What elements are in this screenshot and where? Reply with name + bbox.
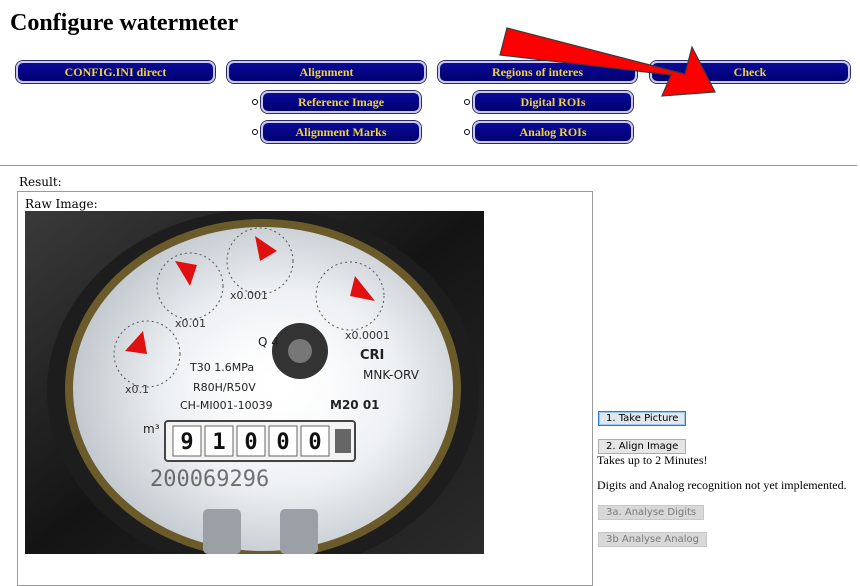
analyse-digits-button[interactable]: 3a. Analyse Digits [598,505,705,520]
align-image-button[interactable]: 2. Align Image [598,439,687,454]
red-arrow-icon [499,27,716,97]
dial-label: x0.001 [230,289,268,302]
list-bullet-icon [252,99,258,105]
counter-digit: 1 [212,430,225,455]
meter-serial-code-text: CH-MI001-10039 [180,399,273,412]
raw-image-label: Raw Image: [25,197,98,211]
meter-class-text: R80H/R50V [193,381,256,394]
raw-image: x0.1 x0.01 x0.001 x0.0001 MNK-ORV CRI Q … [25,211,484,554]
take-picture-button[interactable]: 1. Take Picture [598,411,687,426]
counter-digit: 0 [308,430,321,455]
dial-label: x0.01 [175,317,206,330]
nav-reference-image-button[interactable]: Reference Image [261,91,421,113]
nav-alignment-button[interactable]: Alignment [227,61,426,83]
meter-unit-text: m³ [143,422,160,436]
arrow-shape [499,27,716,97]
divider [0,165,857,166]
nav-alignment-marks-button[interactable]: Alignment Marks [261,121,421,143]
meter-logo-box [335,429,351,453]
meter-clip-left [203,509,241,554]
meter-brand-text: CRI [360,348,384,363]
counter-digits: 9 1 0 0 0 [172,425,330,457]
meter-q-text: Q 4 [258,335,279,349]
meter-clip-right [280,509,318,554]
meter-size-text: M20 01 [330,398,380,412]
meter-model-text: MNK-ORV [363,368,420,382]
align-note: Takes up to 2 Minutes! [597,453,708,467]
list-bullet-icon [252,129,258,135]
page-title: Configure watermeter [10,10,239,36]
counter-digit: 0 [276,430,289,455]
nav-analog-rois-button[interactable]: Analog ROIs [473,121,633,143]
counter-digit: 9 [180,430,193,455]
list-bullet-icon [464,129,470,135]
nav-config-ini-direct-button[interactable]: CONFIG.INI direct [16,61,215,83]
list-bullet-icon [464,99,470,105]
result-label: Result: [19,175,62,189]
meter-pressure-text: T30 1.6MPa [189,361,254,374]
recognition-note: Digits and Analog recognition not yet im… [597,478,847,492]
counter-digit: 0 [244,430,257,455]
analyse-analog-button[interactable]: 3b Analyse Analog [598,532,707,547]
dial-label: x0.1 [125,383,149,396]
meter-serial-number-text: 200069296 [150,467,269,492]
dial-label: x0.0001 [345,329,390,342]
